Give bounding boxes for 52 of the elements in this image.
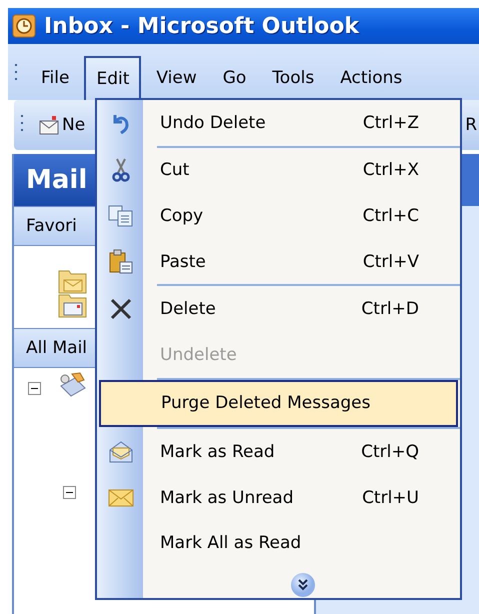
shortcut-label: Ctrl+U (362, 488, 419, 508)
menu-item-label: Copy (160, 206, 204, 226)
collapse-icon[interactable] (28, 382, 41, 395)
menu-item[interactable]: Actions (329, 56, 414, 100)
menu-item-label: Purge Deleted Messages (161, 393, 370, 414)
menu-item-label: Mark All as Read (160, 533, 302, 554)
envelope-icon (108, 488, 134, 508)
menu-item[interactable]: Cut Ctrl+X (99, 148, 458, 194)
envelope-icon (38, 114, 60, 136)
menu-item-label: Paste (160, 252, 206, 272)
menu-item[interactable]: Edit (84, 56, 142, 100)
shortcut-label: Ctrl+X (362, 160, 419, 180)
shortcut-label: Ctrl+V (362, 252, 419, 272)
pane-title: Mail (26, 165, 88, 195)
menu-item[interactable]: Paste Ctrl+V (99, 238, 458, 284)
folder-icon (58, 292, 88, 318)
copy-icon (108, 204, 134, 227)
folder-icon (58, 268, 88, 294)
menu-item[interactable]: View (145, 56, 208, 100)
menu-item[interactable]: Go (212, 56, 258, 100)
menu-item[interactable]: Tools (261, 56, 326, 100)
menu-item[interactable]: Delete Ctrl+D (99, 286, 458, 332)
reply-button-label[interactable]: R (465, 115, 479, 135)
window-title: Inbox - Microsoft Outlook (44, 14, 360, 38)
expand-menu-icon[interactable] (290, 572, 316, 598)
menu-item[interactable]: File (30, 56, 80, 100)
menu-item[interactable]: Copy Ctrl+C (99, 193, 458, 239)
menu-item-label: Cut (160, 160, 190, 180)
scissors-icon (112, 158, 130, 182)
shortcut-label: Ctrl+Q (361, 442, 419, 462)
delete-icon (110, 298, 132, 320)
menu-item[interactable]: Mark as Read Ctrl+Q (99, 429, 458, 475)
menu-item[interactable]: Purge Deleted Messages (99, 380, 458, 428)
shortcut-label: Ctrl+D (361, 299, 419, 320)
menu-item[interactable]: Mark as Unread Ctrl+U (99, 474, 458, 520)
menu-item-label: Undelete (160, 344, 237, 365)
clock-icon (12, 14, 36, 38)
section-title: All Mail (26, 338, 88, 358)
shortcut-label: Ctrl+Z (362, 112, 419, 133)
shortcut-label: Ctrl+C (362, 206, 419, 226)
collapse-icon[interactable] (63, 486, 76, 499)
open-envelope-icon (108, 440, 134, 463)
paste-icon (108, 248, 134, 275)
menu-item-label: Mark as Read (160, 442, 275, 462)
section-title: Favori (26, 216, 77, 236)
new-mail-button[interactable]: Ne (36, 112, 88, 138)
menu-item[interactable]: Undo Delete Ctrl+Z (99, 100, 458, 146)
grip-icon (14, 63, 18, 81)
menu-item-label: Undo Delete (160, 112, 266, 133)
menu-item[interactable]: Mark All as Read (99, 520, 458, 566)
menu-item-label: Mark as Unread (160, 488, 294, 508)
menu-item-label: Delete (160, 299, 216, 320)
